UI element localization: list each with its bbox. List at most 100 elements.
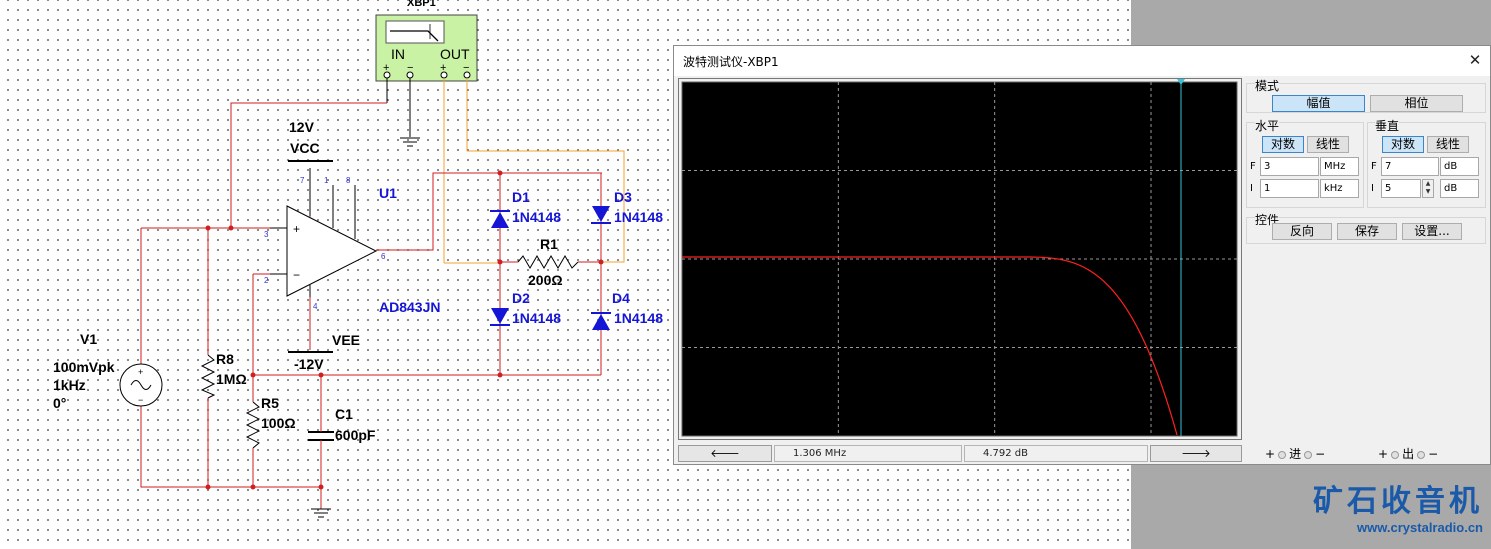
cursor-left-button[interactable]: 🡐	[678, 445, 772, 462]
v1-plus: +	[138, 367, 143, 377]
vertical-initial-input[interactable]: 5	[1381, 179, 1421, 198]
d2-part: 1N4148	[512, 310, 561, 326]
cursor-gain-readout: 4.792 dB	[964, 445, 1148, 462]
watermark: 矿石收音机 www.crystalradio.cn	[1313, 484, 1483, 536]
op-amp-u1[interactable]: + − 7 1 8 3 2 6 4	[264, 168, 386, 311]
horizontal-log-button[interactable]: 对数	[1262, 136, 1304, 153]
horizontal-initial-unit[interactable]: kHz	[1320, 179, 1359, 198]
input-terminals: + 进 −	[1265, 445, 1325, 462]
capacitor-c1[interactable]	[308, 428, 334, 443]
mode-label: 模式	[1255, 77, 1280, 94]
d1-name: D1	[512, 189, 530, 205]
d3-name: D3	[614, 189, 632, 205]
horizontal-final-unit[interactable]: MHz	[1320, 157, 1359, 176]
settings-panel: 模式 幅值 相位 水平 对数 线性 F 3 MHz I 1 kHz 垂直 对数 …	[1245, 77, 1490, 464]
v1-amplitude: 100mVpk	[53, 359, 115, 375]
opamp-plus: +	[293, 222, 300, 236]
pin-3: 3	[264, 230, 269, 239]
d1-part: 1N4148	[512, 209, 561, 225]
window-title: 波特测试仪-XBP1	[683, 55, 779, 69]
pin-2: 2	[264, 276, 269, 285]
in-minus-terminal-icon[interactable]	[1304, 450, 1313, 459]
ac-source-v1[interactable]: + −	[119, 363, 163, 407]
vertical-log-button[interactable]: 对数	[1382, 136, 1424, 153]
out-plus-terminal-icon[interactable]	[1391, 450, 1400, 459]
red-wires	[140, 102, 602, 509]
resistor-r1[interactable]	[517, 255, 579, 269]
horizontal-final-input[interactable]: 3	[1260, 157, 1319, 176]
cursor-status-bar: 🡐 1.306 MHz 4.792 dB 🡒	[678, 445, 1242, 463]
u1-part: AD843JN	[379, 299, 440, 315]
horizontal-initial-label: I	[1250, 183, 1253, 194]
in-plus-terminal-icon[interactable]	[1278, 450, 1287, 459]
horizontal-label: 水平	[1255, 117, 1280, 134]
bode-plotter-window[interactable]: 波特测试仪-XBP1 ✕ 🡐 1.306 MHz 4.792 dB 🡒 模式 幅…	[673, 45, 1491, 465]
ground-symbol-bottom	[311, 508, 331, 518]
r8-value: 1MΩ	[216, 371, 247, 387]
opamp-minus: −	[293, 268, 300, 282]
d3-part: 1N4148	[614, 209, 663, 225]
vcc-name: VCC	[290, 140, 320, 156]
magnitude-button[interactable]: 幅值	[1272, 95, 1365, 112]
diode-d3[interactable]	[591, 206, 611, 224]
watermark-title: 矿石收音机	[1313, 484, 1483, 519]
d4-name: D4	[612, 290, 630, 306]
bode-plot[interactable]	[679, 79, 1241, 439]
v1-phase: 0°	[53, 395, 66, 411]
diode-d4[interactable]	[591, 312, 611, 330]
u1-name: U1	[379, 185, 397, 201]
horizontal-final-label: F	[1250, 161, 1256, 172]
r8-name: R8	[216, 351, 234, 367]
vertical-final-label: F	[1371, 161, 1377, 172]
horizontal-lin-button[interactable]: 线性	[1307, 136, 1349, 153]
r5-name: R5	[261, 395, 279, 411]
resistor-r5[interactable]	[245, 401, 261, 449]
vertical-final-input[interactable]: 7	[1381, 157, 1439, 176]
output-terminals: + 出 −	[1378, 445, 1438, 462]
c1-value: 600pF	[335, 427, 376, 443]
pin-7: 7	[300, 176, 305, 185]
vertical-lin-button[interactable]: 线性	[1427, 136, 1469, 153]
v1-name: V1	[80, 331, 97, 347]
cursor-right-button[interactable]: 🡒	[1150, 445, 1242, 462]
window-titlebar[interactable]: 波特测试仪-XBP1 ✕	[674, 46, 1490, 76]
c1-name: C1	[335, 406, 353, 422]
r1-value: 200Ω	[528, 272, 563, 288]
vcc-value: 12V	[289, 119, 315, 135]
pin-1: 1	[324, 176, 329, 185]
vertical-initial-unit[interactable]: dB	[1440, 179, 1479, 198]
save-button[interactable]: 保存	[1337, 223, 1397, 240]
vertical-label: 垂直	[1375, 117, 1400, 134]
settings-button[interactable]: 设置...	[1402, 223, 1462, 240]
diode-d2[interactable]	[490, 308, 510, 326]
spin-down-icon[interactable]: ▼	[1423, 188, 1433, 196]
out-minus-label: −	[1428, 447, 1439, 461]
vertical-final-unit[interactable]: dB	[1440, 157, 1479, 176]
watermark-url: www.crystalradio.cn	[1357, 520, 1483, 535]
pin-4: 4	[313, 302, 318, 311]
vertical-initial-spinner[interactable]: ▲ ▼	[1422, 179, 1434, 198]
r1-name: R1	[540, 236, 558, 252]
xbp1-instrument[interactable]: XBP1 IN OUT + − + −	[375, 0, 478, 82]
xbp1-out-label: OUT	[440, 46, 470, 62]
vee-value: -12V	[294, 356, 324, 372]
v1-frequency: 1kHz	[53, 377, 86, 393]
out-minus-terminal-icon[interactable]	[1417, 450, 1426, 459]
horizontal-initial-input[interactable]: 1	[1260, 179, 1319, 198]
xbp1-label: XBP1	[407, 0, 436, 9]
r5-value: 100Ω	[261, 415, 296, 431]
in-minus-label: −	[1315, 447, 1326, 461]
in-plus-label: +	[1265, 447, 1276, 461]
diode-d1[interactable]	[490, 210, 510, 228]
spin-up-icon[interactable]: ▲	[1423, 180, 1433, 188]
reverse-button[interactable]: 反向	[1272, 223, 1332, 240]
resistor-r8[interactable]	[200, 354, 216, 399]
close-button[interactable]: ✕	[1460, 46, 1490, 76]
bode-plot-frame[interactable]	[678, 78, 1242, 440]
vee-name: VEE	[332, 332, 360, 348]
v1-minus: −	[138, 395, 143, 405]
cursor-frequency-readout: 1.306 MHz	[774, 445, 962, 462]
xbp1-in-label: IN	[391, 46, 405, 62]
phase-button[interactable]: 相位	[1370, 95, 1463, 112]
out-plus-label: +	[1378, 447, 1389, 461]
